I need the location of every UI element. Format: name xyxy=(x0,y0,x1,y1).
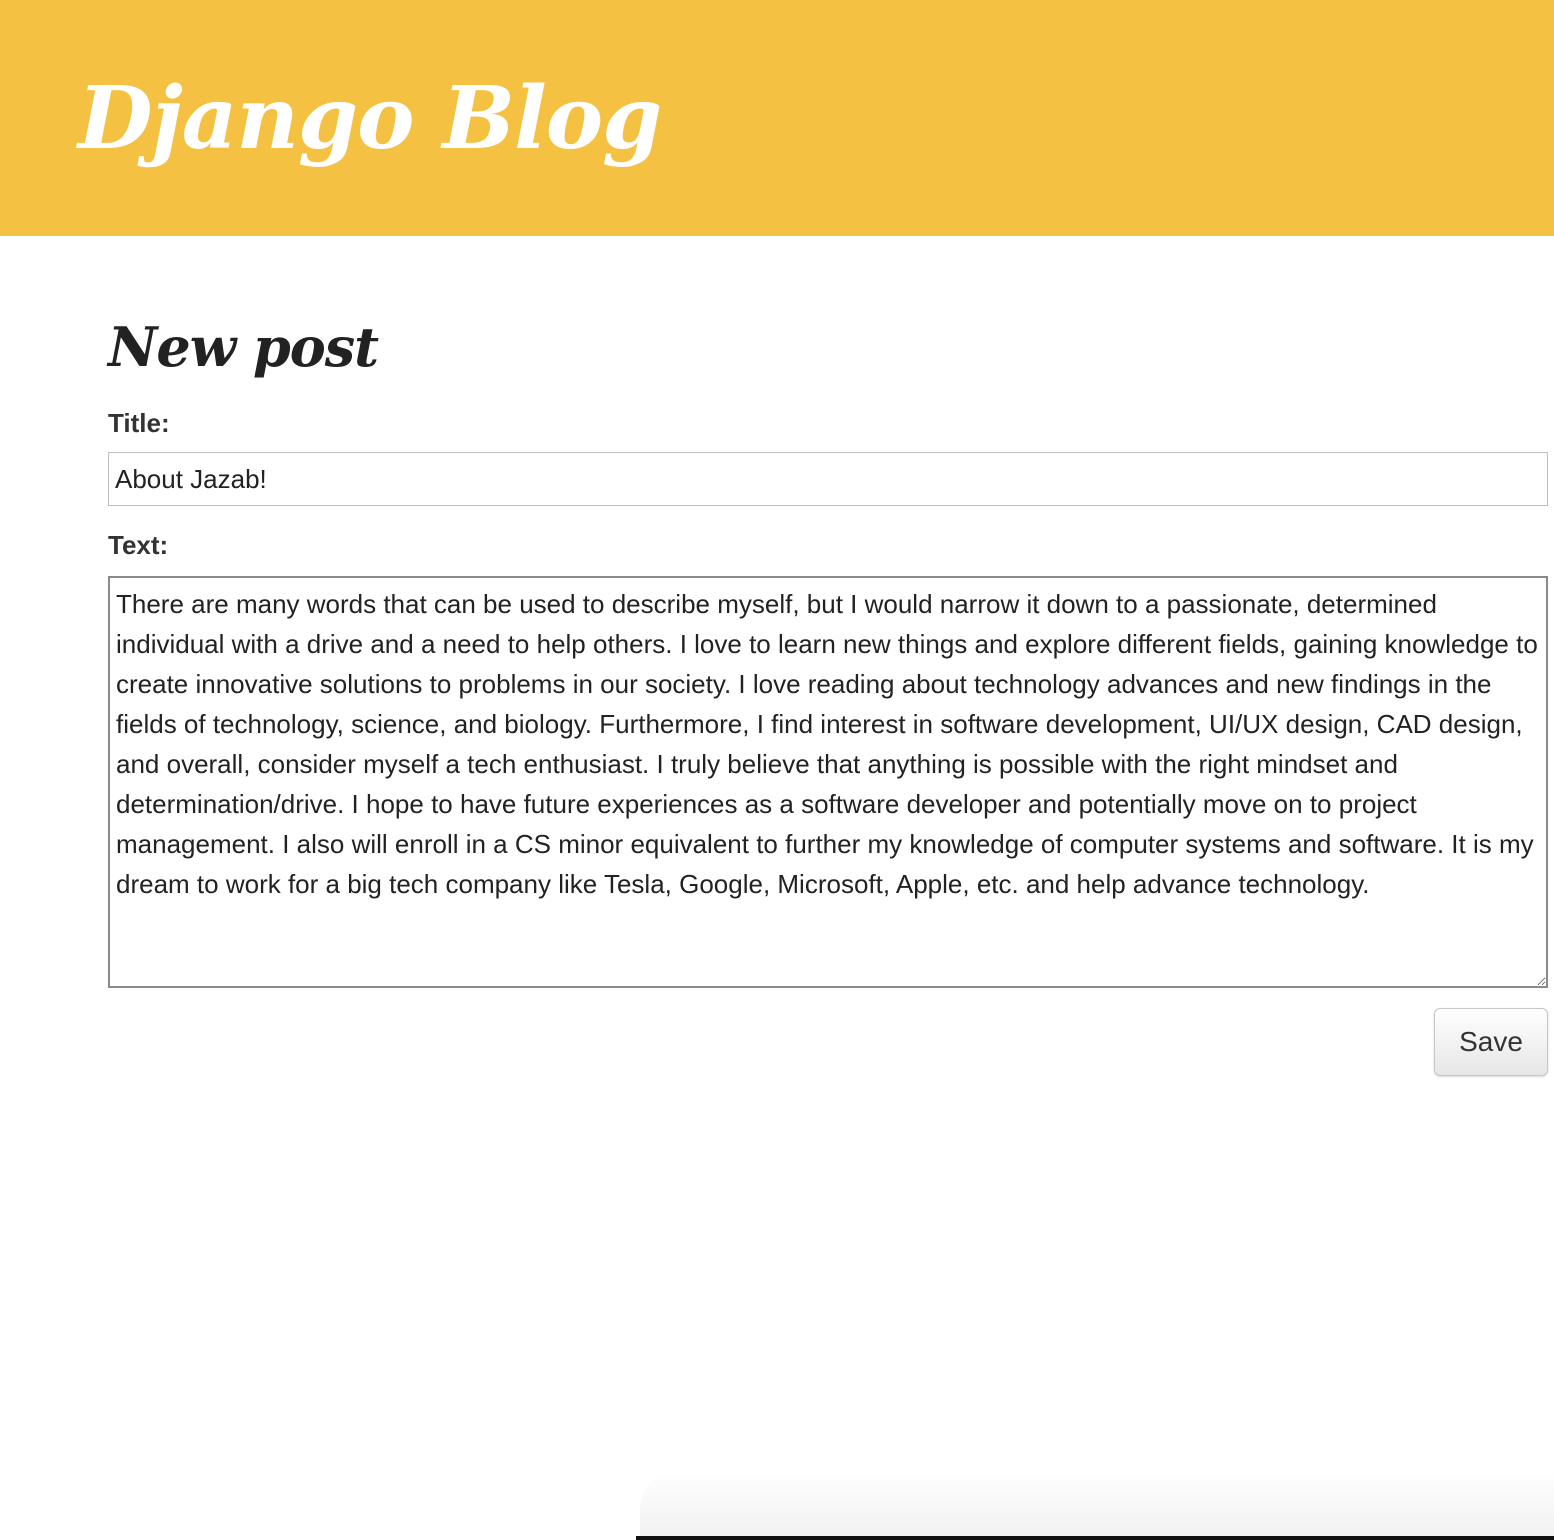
text-textarea[interactable]: There are many words that can be used to… xyxy=(108,576,1548,988)
title-label: Title: xyxy=(108,408,170,438)
title-input[interactable] xyxy=(108,452,1548,506)
site-title-link[interactable]: Django Blog xyxy=(78,71,662,167)
save-button[interactable]: Save xyxy=(1434,1008,1548,1076)
page-title: New post xyxy=(108,315,379,379)
text-label: Text: xyxy=(108,530,169,560)
window-shadow xyxy=(640,1470,1554,1540)
page-header: Django Blog xyxy=(0,0,1554,236)
window-edge xyxy=(636,1536,1554,1540)
